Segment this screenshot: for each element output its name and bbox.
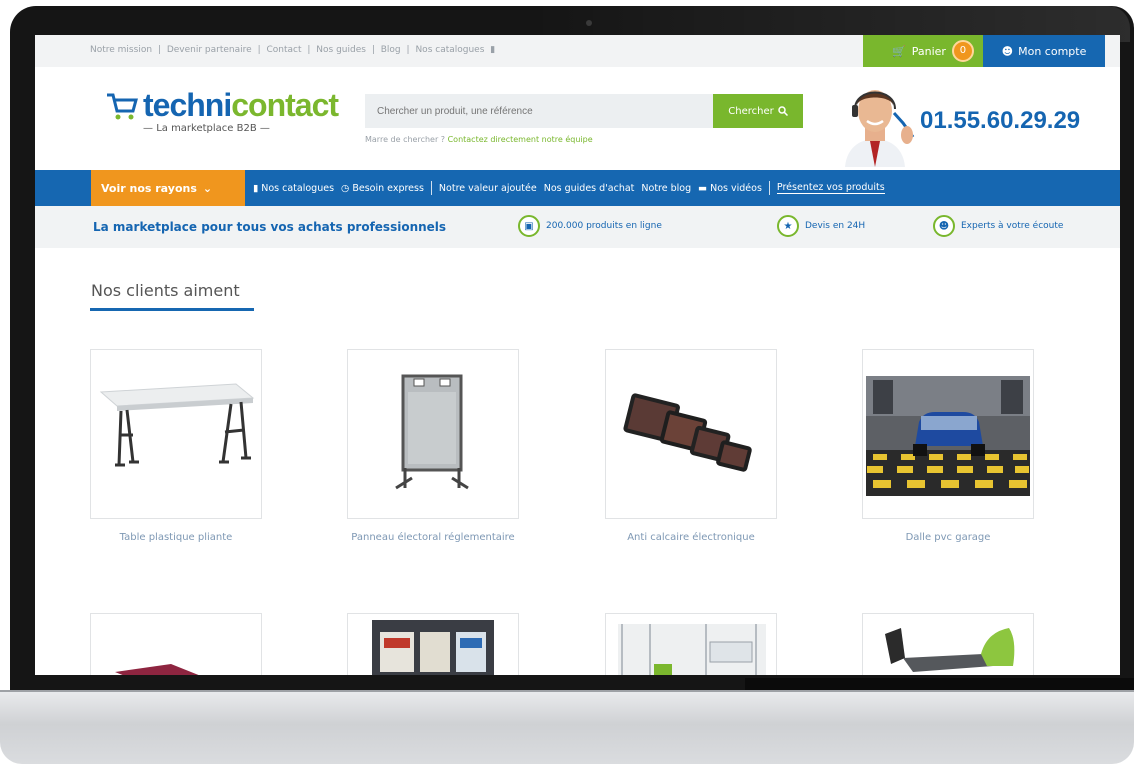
product-image-frame[interactable] (605, 613, 777, 675)
nav-links: ▮ Nos catalogues ◷ Besoin express Notre … (253, 181, 885, 195)
product-name[interactable]: Dalle pvc garage (862, 531, 1034, 544)
folding-table-image (99, 383, 255, 467)
phone-number[interactable]: 01.55.60.29.29 (920, 107, 1080, 135)
search-icon (777, 106, 788, 116)
nav-item-guides-achat[interactable]: Nos guides d'achat (544, 183, 635, 194)
search-input[interactable] (365, 94, 713, 128)
nav-item-catalogues[interactable]: ▮ Nos catalogues (253, 183, 334, 194)
product-card[interactable]: Dalle pvc garage (862, 349, 1034, 544)
cart-label: Panier (911, 44, 946, 58)
product-card[interactable] (90, 613, 262, 675)
section-underline (90, 308, 254, 311)
book-icon: ▮ (490, 45, 496, 55)
clock-icon: ◷ (341, 182, 353, 194)
product-card[interactable] (605, 613, 777, 675)
nav-divider (768, 181, 770, 195)
cart-icon: 🛒 (892, 44, 906, 58)
main-nav: Voir nos rayons ⌄ ▮ Nos catalogues ◷ Bes… (35, 170, 1120, 206)
book-icon: ▮ (253, 182, 262, 194)
cart-button[interactable]: 🛒 Panier 0 (863, 35, 1003, 67)
monitor-stand (0, 690, 1134, 764)
section-title: Nos clients aiment (91, 281, 240, 300)
feature-quote-24h: ★ Devis en 24H (777, 215, 865, 237)
product-image-frame[interactable] (90, 349, 262, 519)
logo-subtitle: — La marketplace B2B — (143, 123, 270, 134)
feature-experts: ☻ Experts à votre écoute (933, 215, 1063, 237)
product-name[interactable]: Anti calcaire électronique (605, 531, 777, 544)
product-name[interactable]: Panneau électoral réglementaire (347, 531, 519, 544)
search-hint: Marre de chercher ? Contactez directemen… (365, 135, 593, 144)
customer-service-agent-image (845, 90, 915, 167)
product-card[interactable] (347, 613, 519, 675)
product-image-frame[interactable] (90, 613, 262, 675)
search-button[interactable]: Chercher (713, 94, 803, 128)
account-label: Mon compte (1018, 44, 1087, 58)
browse-departments-label: Voir nos rayons (101, 181, 197, 195)
top-link-mission[interactable]: Notre mission (90, 45, 152, 55)
nav-item-besoin-express[interactable]: ◷ Besoin express (341, 183, 424, 194)
top-links: Notre mission | Devenir partenaire | Con… (90, 45, 496, 55)
product-card[interactable]: Panneau électoral réglementaire (347, 349, 519, 544)
ribbon-icon: ★ (777, 215, 799, 237)
product-card[interactable] (862, 613, 1034, 675)
product-card[interactable]: Table plastique pliante (90, 349, 262, 544)
account-button[interactable]: ☻ Mon compte (983, 35, 1105, 67)
product-thumbnail (115, 664, 199, 675)
browse-departments-button[interactable]: Voir nos rayons ⌄ (91, 170, 245, 206)
logo-text: technicontact (143, 87, 339, 123)
search-button-label: Chercher (728, 105, 774, 117)
top-link-guides[interactable]: Nos guides (316, 45, 366, 55)
cart-logo-icon (107, 93, 138, 120)
product-thumbnail (618, 624, 766, 675)
cart-count-badge: 0 (951, 40, 974, 62)
product-image-frame[interactable] (347, 613, 519, 675)
tagline: La marketplace pour tous vos achats prof… (93, 220, 447, 234)
product-card[interactable]: Anti calcaire électronique (605, 349, 777, 544)
product-name[interactable]: Table plastique pliante (90, 531, 262, 544)
user-icon: ☻ (1001, 44, 1014, 58)
webcam (586, 20, 592, 26)
anti-limescale-device-image (623, 393, 752, 472)
product-image-frame[interactable] (605, 349, 777, 519)
contact-team-link[interactable]: Contactez directement notre équipe (448, 135, 593, 144)
nav-item-valeur-ajoutee[interactable]: Notre valeur ajoutée (439, 183, 537, 194)
top-link-contact[interactable]: Contact (266, 45, 301, 55)
site-header: technicontact — La marketplace B2B — Che… (35, 67, 1120, 170)
product-image-frame[interactable] (862, 613, 1034, 675)
nav-item-blog[interactable]: Notre blog (641, 183, 691, 194)
top-bar: Notre mission | Devenir partenaire | Con… (35, 35, 1120, 68)
site-logo[interactable]: technicontact — La marketplace B2B — (105, 87, 339, 134)
nav-item-videos[interactable]: ▬ Nos vidéos (698, 183, 762, 194)
product-image-frame[interactable] (347, 349, 519, 519)
value-bar: La marketplace pour tous vos achats prof… (35, 206, 1120, 248)
garage-floor-tile-image (866, 376, 1030, 496)
election-panel-image (395, 374, 469, 490)
browser-viewport: Notre mission | Devenir partenaire | Con… (35, 35, 1120, 675)
nav-divider (430, 181, 432, 195)
video-icon: ▬ (698, 182, 711, 194)
top-link-partner[interactable]: Devenir partenaire (167, 45, 252, 55)
chevron-down-icon: ⌄ (202, 181, 213, 195)
top-link-blog[interactable]: Blog (381, 45, 401, 55)
experts-icon: ☻ (933, 215, 955, 237)
product-thumbnail (372, 620, 494, 675)
product-image-frame[interactable] (862, 349, 1034, 519)
nav-item-presentez-produits[interactable]: Présentez vos produits (776, 182, 885, 194)
top-link-catalogues[interactable]: Nos catalogues (415, 45, 484, 55)
products-icon: ▣ (518, 215, 540, 237)
feature-products-online: ▣ 200.000 produits en ligne (518, 215, 662, 237)
product-thumbnail (885, 628, 1015, 672)
